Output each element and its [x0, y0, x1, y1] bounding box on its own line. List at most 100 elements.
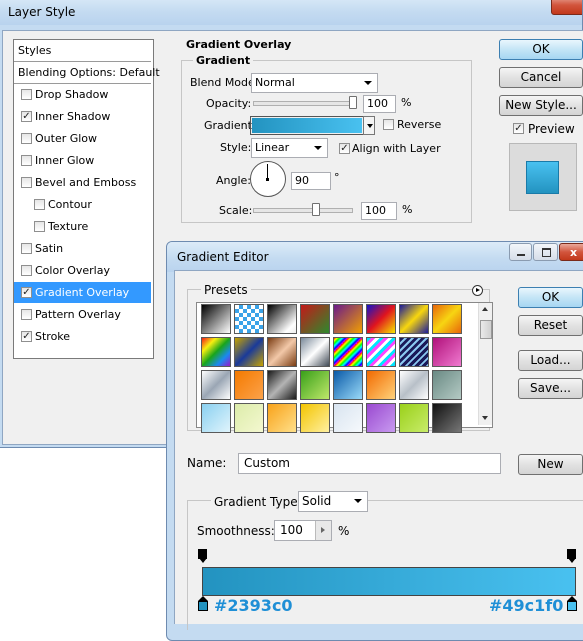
smoothness-stepper[interactable] — [315, 521, 331, 540]
minimize-button[interactable] — [509, 243, 532, 261]
color-stop-right[interactable] — [567, 596, 578, 612]
style-item-checkbox[interactable] — [34, 199, 45, 210]
preset-swatch[interactable] — [432, 403, 462, 433]
preset-swatch[interactable] — [366, 337, 396, 367]
new-button[interactable]: New — [518, 454, 583, 475]
style-item[interactable]: Satin — [14, 238, 151, 259]
style-item-checkbox[interactable] — [21, 265, 32, 276]
style-item[interactable]: ✓ Gradient Overlay — [14, 282, 151, 303]
style-item[interactable]: Pattern Overlay — [14, 304, 151, 325]
opacity-stop-left[interactable] — [198, 549, 207, 563]
scroll-down-icon[interactable] — [482, 416, 488, 420]
layer-style-titlebar[interactable] — [0, 0, 582, 25]
preset-swatch[interactable] — [333, 337, 363, 367]
gradient-bar[interactable] — [202, 567, 576, 596]
preset-swatch[interactable] — [300, 337, 330, 367]
preset-swatch[interactable] — [333, 304, 363, 334]
style-item[interactable]: Inner Glow — [14, 150, 151, 171]
style-item-checkbox[interactable] — [21, 177, 32, 188]
new-style-button[interactable]: New Style... — [499, 95, 583, 116]
preset-swatch[interactable] — [399, 337, 429, 367]
preset-swatch[interactable] — [432, 337, 462, 367]
close-window-button[interactable] — [551, 0, 582, 15]
preset-swatch[interactable] — [399, 370, 429, 400]
preset-swatch[interactable] — [201, 337, 231, 367]
ok-button[interactable]: OK — [499, 39, 583, 60]
scale-slider[interactable] — [253, 208, 353, 213]
blend-mode-select[interactable]: Normal — [251, 73, 378, 93]
style-item-checkbox[interactable] — [34, 221, 45, 232]
preset-swatch[interactable] — [300, 304, 330, 334]
style-item-checkbox[interactable]: ✓ — [21, 287, 32, 298]
color-stop-left[interactable] — [198, 596, 209, 612]
name-input[interactable]: Custom — [238, 453, 501, 474]
preset-swatch[interactable] — [432, 304, 462, 334]
preset-swatch[interactable] — [366, 403, 396, 433]
save-button[interactable]: Save... — [518, 378, 583, 399]
style-item[interactable]: ✓ Inner Shadow — [14, 106, 151, 127]
gradient-dropdown-button[interactable] — [363, 116, 375, 135]
style-item-checkbox[interactable] — [21, 89, 32, 100]
gradient-picker[interactable] — [250, 116, 364, 135]
preset-swatch[interactable] — [267, 370, 297, 400]
style-item[interactable]: ✓ Stroke — [14, 326, 151, 347]
preset-swatch[interactable] — [333, 370, 363, 400]
style-item[interactable]: Bevel and Emboss — [14, 172, 151, 193]
preset-swatch[interactable] — [201, 403, 231, 433]
preset-swatch[interactable] — [300, 403, 330, 433]
opacity-stop-right[interactable] — [567, 549, 576, 563]
style-item[interactable]: Outer Glow — [14, 128, 151, 149]
preset-swatch[interactable] — [333, 403, 363, 433]
style-item[interactable]: Contour — [14, 194, 151, 215]
reset-button[interactable]: Reset — [518, 315, 583, 336]
style-item[interactable]: Blending Options: Default — [14, 62, 160, 84]
opacity-input[interactable]: 100 — [363, 95, 396, 113]
style-item-checkbox[interactable]: ✓ — [21, 111, 32, 122]
gradient-ok-button[interactable]: OK — [518, 287, 583, 308]
maximize-button[interactable] — [533, 243, 558, 261]
preset-swatch[interactable] — [234, 304, 264, 334]
style-item-checkbox[interactable] — [21, 155, 32, 166]
preset-swatch[interactable] — [432, 370, 462, 400]
style-item[interactable]: Color Overlay — [14, 260, 151, 281]
style-item-checkbox[interactable]: ✓ — [21, 331, 32, 342]
reverse-checkbox[interactable] — [383, 119, 394, 130]
preset-swatch[interactable] — [267, 304, 297, 334]
angle-input[interactable]: 90 — [291, 172, 331, 190]
style-select[interactable]: Linear — [251, 138, 328, 158]
style-item[interactable]: Texture — [14, 216, 151, 237]
preset-swatch[interactable] — [300, 370, 330, 400]
load-button[interactable]: Load... — [518, 350, 583, 371]
style-item-checkbox[interactable] — [21, 309, 32, 320]
opacity-slider[interactable] — [253, 101, 357, 106]
gradient-type-select[interactable]: Solid — [298, 491, 368, 512]
align-with-layer-checkbox[interactable]: ✓ — [339, 143, 350, 154]
preset-swatch[interactable] — [234, 403, 264, 433]
preset-swatch[interactable] — [366, 304, 396, 334]
preset-swatch[interactable] — [201, 370, 231, 400]
presets-menu-icon[interactable] — [472, 285, 483, 296]
scale-slider-thumb[interactable] — [311, 203, 320, 216]
opacity-slider-thumb[interactable] — [349, 96, 357, 109]
preview-checkbox[interactable]: ✓ — [513, 123, 524, 134]
preset-swatch[interactable] — [201, 304, 231, 334]
angle-dial[interactable] — [250, 161, 286, 197]
smoothness-input[interactable]: 100 — [274, 520, 332, 541]
preset-swatch[interactable] — [234, 337, 264, 367]
gradient-swatch[interactable] — [252, 118, 362, 133]
preset-swatch[interactable] — [399, 304, 429, 334]
cancel-button[interactable]: Cancel — [499, 67, 583, 88]
close-button[interactable]: x — [559, 243, 583, 261]
styles-header[interactable]: Styles — [14, 40, 151, 62]
style-item-checkbox[interactable] — [21, 243, 32, 254]
scroll-up-icon[interactable] — [482, 307, 488, 311]
style-item-checkbox[interactable] — [21, 133, 32, 144]
preset-swatch[interactable] — [399, 403, 429, 433]
presets-scrollbar[interactable] — [478, 303, 492, 425]
style-item[interactable]: Drop Shadow — [14, 84, 151, 105]
preset-swatch[interactable] — [234, 370, 264, 400]
preset-swatch[interactable] — [267, 337, 297, 367]
scale-input[interactable]: 100 — [361, 202, 397, 220]
preset-swatch[interactable] — [267, 403, 297, 433]
scrollbar-thumb[interactable] — [480, 320, 492, 339]
